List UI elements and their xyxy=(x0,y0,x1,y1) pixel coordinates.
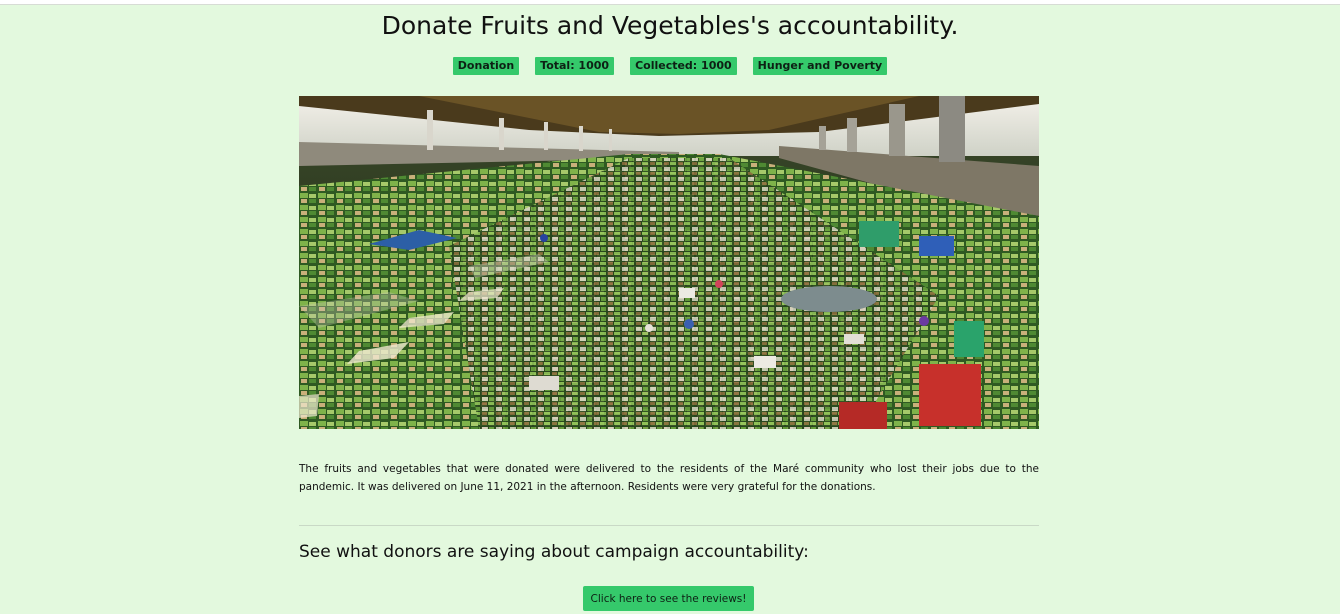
page-title: Donate Fruits and Vegetables's accountab… xyxy=(381,11,959,40)
badge-type: Donation xyxy=(452,57,520,75)
campaign-badges: Donation Total: 1000 Collected: 1000 Hunger… xyxy=(0,57,1340,75)
accountability-page: Donate Fruits and Vegetables's accountab… xyxy=(0,5,1340,614)
campaign-photo xyxy=(299,96,1039,429)
section-divider xyxy=(299,525,1039,526)
badge-category: Hunger and Poverty xyxy=(752,57,888,75)
reviews-heading: See what donors are saying about campaig… xyxy=(299,542,809,562)
campaign-description: The fruits and vegetables that were dona… xyxy=(299,463,1039,493)
badge-total: Total: 1000 xyxy=(535,57,615,75)
badge-collected: Collected: 1000 xyxy=(630,57,737,75)
see-reviews-button[interactable]: Click here to see the reviews! xyxy=(583,586,754,611)
